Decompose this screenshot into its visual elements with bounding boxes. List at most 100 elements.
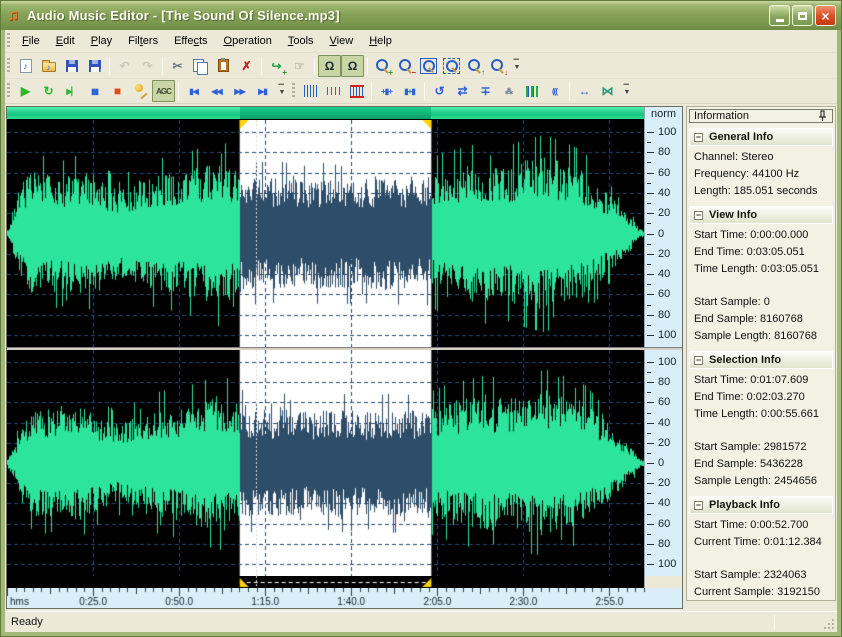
menu-file[interactable]: File	[14, 32, 48, 50]
waveform-left-channel[interactable]	[7, 120, 644, 347]
section-header-general-info: −General Info	[689, 128, 833, 146]
copy-button[interactable]	[189, 55, 212, 77]
toolbar-grip[interactable]	[292, 83, 295, 99]
menu-view[interactable]: View	[322, 32, 362, 50]
toolbar-separator	[367, 57, 368, 75]
new-audio-button[interactable]: ♪	[14, 55, 37, 77]
swap-channels-button[interactable]: ⇄	[451, 80, 474, 102]
paste-to-new-icon: ↪+	[268, 58, 285, 74]
info-group: Start Time: 0:00:00.000End Time: 0:03:05…	[694, 227, 828, 278]
toolbar-separator	[261, 57, 262, 75]
play-button[interactable]: ▶	[14, 80, 37, 102]
toolbar-separator	[109, 57, 110, 75]
record-icon	[132, 83, 149, 99]
titlebar: ♫ Audio Music Editor - [The Sound Of Sil…	[1, 1, 841, 30]
delete-button[interactable]: ✗	[235, 55, 258, 77]
panel-title: Information	[694, 110, 817, 122]
selection-end-marker-icon: ▮+▮	[401, 83, 418, 99]
amplify-icon	[526, 86, 538, 97]
paste-button[interactable]	[212, 55, 235, 77]
stretch-button[interactable]: ↔	[573, 80, 596, 102]
panel-header: Information	[689, 109, 833, 123]
menu-operation[interactable]: Operation	[216, 32, 280, 50]
maximize-button[interactable]	[792, 5, 813, 26]
info-line: Current Sample: 3192150	[694, 584, 828, 601]
minimize-button[interactable]	[769, 5, 790, 26]
overview-selection[interactable]	[240, 107, 432, 119]
view-compress-button[interactable]	[299, 80, 322, 102]
waveform-right-channel[interactable]	[7, 350, 644, 576]
stop-button[interactable]: ■	[106, 80, 129, 102]
vertical-zoom-in-button[interactable]: ↑	[463, 55, 486, 77]
save-as-button[interactable]: ▫	[83, 55, 106, 77]
zoom-selection-button[interactable]	[440, 55, 463, 77]
toolbar-overflow-button[interactable]: ▔▼	[276, 87, 288, 95]
toolbar-grip[interactable]	[7, 58, 10, 74]
info-line: Start Sample: 2324063	[694, 567, 828, 584]
selection-start-marker-button[interactable]: +▮+	[375, 80, 398, 102]
join-button[interactable]: ⋈	[596, 80, 619, 102]
collapse-icon[interactable]: −	[694, 133, 703, 142]
view-normal-button[interactable]	[322, 80, 345, 102]
echo-button[interactable]: (((	[543, 80, 566, 102]
toolbar-grip[interactable]	[7, 83, 10, 99]
play-all-button[interactable]: ▶▏	[60, 80, 83, 102]
collapse-icon[interactable]: −	[694, 211, 703, 220]
pause-button[interactable]: ▮▮	[83, 80, 106, 102]
stop-icon: ■	[109, 83, 126, 99]
echo-icon: (((	[546, 83, 563, 99]
play-loop-button[interactable]: ↻	[37, 80, 60, 102]
rewind-button[interactable]: ◀◀	[205, 80, 228, 102]
copy-icon	[192, 58, 209, 74]
dc-offset-button[interactable]: ∓	[474, 80, 497, 102]
go-start-button[interactable]: ▮◀	[182, 80, 205, 102]
menu-play[interactable]: Play	[83, 32, 120, 50]
menu-filters[interactable]: Filters	[120, 32, 166, 50]
menubar-grip[interactable]	[7, 33, 10, 49]
collapse-icon[interactable]: −	[694, 501, 703, 510]
zoom-window-button[interactable]	[417, 55, 440, 77]
menu-edit[interactable]: Edit	[48, 32, 83, 50]
selection-marker-strip[interactable]	[7, 576, 644, 588]
record-button[interactable]	[129, 80, 152, 102]
redo-button[interactable]: ↷	[136, 55, 159, 77]
resize-grip[interactable]	[822, 617, 836, 631]
zoom-out-button[interactable]: −	[394, 55, 417, 77]
forward-button[interactable]: ▶▶	[228, 80, 251, 102]
pin-icon[interactable]	[817, 110, 828, 122]
menu-tools[interactable]: Tools	[280, 32, 322, 50]
zoom-in-button[interactable]: +	[371, 55, 394, 77]
go-end-button[interactable]: ▶▮	[251, 80, 274, 102]
menu-effects[interactable]: Effects	[166, 32, 215, 50]
open-file-button[interactable]: ♪	[37, 55, 60, 77]
toolbar-overflow-button[interactable]: ▔▼	[621, 87, 633, 95]
info-group: Start Sample: 0End Sample: 8160768Sample…	[694, 294, 828, 345]
channel-left-toggle[interactable]: Ω	[318, 55, 341, 77]
paste-to-new-button[interactable]: ↪+	[265, 55, 288, 77]
reverse-button[interactable]: ↺	[428, 80, 451, 102]
overview-bar[interactable]	[7, 107, 644, 120]
zoom-selection-icon	[443, 58, 460, 74]
save-button[interactable]	[60, 55, 83, 77]
info-line: Start Time: 0:00:52.700	[694, 517, 828, 534]
noise-reduction-button[interactable]: ⁂	[497, 80, 520, 102]
view-expand-button[interactable]	[345, 80, 368, 102]
channel-right-toggle[interactable]: Ω	[341, 55, 364, 77]
toolbar-overflow-button[interactable]: ▔▼	[511, 62, 523, 70]
information-panel: Information −General InfoChannel: Stereo…	[686, 106, 836, 601]
time-ruler[interactable]	[7, 588, 682, 608]
close-button[interactable]: ×	[815, 5, 836, 26]
client-area: FileEditPlayFiltersEffectsOperationTools…	[5, 30, 837, 632]
hand-tool-icon: ☞	[291, 58, 308, 74]
hand-tool-button[interactable]: ☞	[288, 55, 311, 77]
selection-end-marker-button[interactable]: ▮+▮	[398, 80, 421, 102]
collapse-icon[interactable]: −	[694, 356, 703, 365]
undo-button[interactable]: ↶	[113, 55, 136, 77]
vertical-zoom-out-button[interactable]: ↓	[486, 55, 509, 77]
agc-toggle[interactable]: AGC	[152, 80, 175, 102]
menu-help[interactable]: Help	[361, 32, 400, 50]
amplify-button[interactable]	[520, 80, 543, 102]
app-window: ♫ Audio Music Editor - [The Sound Of Sil…	[0, 0, 842, 637]
scale-mode-label: norm	[644, 107, 682, 120]
cut-button[interactable]: ✂	[166, 55, 189, 77]
